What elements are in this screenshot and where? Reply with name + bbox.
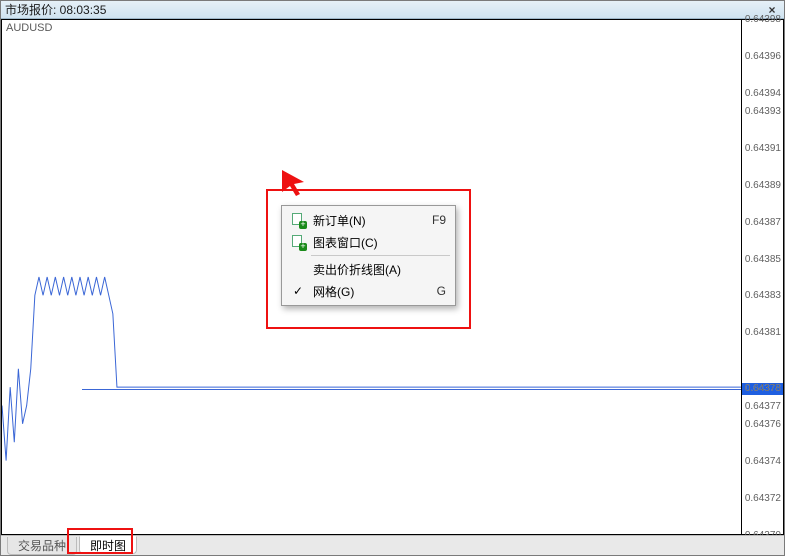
menu-item-new_order[interactable]: + 新订单(N) F9 bbox=[285, 209, 452, 231]
tab-strip: 交易品种 即时图 bbox=[1, 535, 784, 555]
y-tick: 0.64385 bbox=[742, 255, 781, 265]
menu-item-accel: F9 bbox=[432, 213, 446, 227]
y-tick: 0.64376 bbox=[742, 420, 781, 430]
y-tick: 0.64378 bbox=[742, 384, 781, 394]
y-tick: 0.64374 bbox=[742, 457, 781, 467]
menu-separator bbox=[311, 255, 450, 256]
menu-item-grid[interactable]: ✓ 网格(G) G bbox=[285, 280, 452, 302]
menu-item-label: 网格(G) bbox=[313, 283, 431, 300]
checkmark-icon: ✓ bbox=[289, 284, 307, 298]
y-tick: 0.64393 bbox=[742, 107, 781, 117]
menu-item-ask_line[interactable]: 卖出价折线图(A) bbox=[285, 258, 452, 280]
menu-item-chart_win[interactable]: + 图表窗口(C) bbox=[285, 231, 452, 253]
y-axis: 0.64378 0.643980.643960.643940.643930.64… bbox=[742, 19, 784, 535]
pointer-arrow-icon bbox=[282, 170, 308, 196]
y-tick: 0.64396 bbox=[742, 52, 781, 62]
menu-item-label: 卖出价折线图(A) bbox=[313, 261, 440, 278]
titlebar: 市场报价: 08:03:35 × bbox=[1, 1, 784, 19]
document-plus-icon: + bbox=[289, 213, 307, 227]
document-plus-icon: + bbox=[289, 235, 307, 249]
y-tick: 0.64387 bbox=[742, 218, 781, 228]
y-tick: 0.64398 bbox=[742, 15, 781, 25]
y-tick: 0.64381 bbox=[742, 328, 781, 338]
current-price-line bbox=[82, 389, 741, 390]
menu-item-accel: G bbox=[437, 284, 446, 298]
tab-symbols[interactable]: 交易品种 bbox=[7, 537, 77, 555]
market-watch-window: 市场报价: 08:03:35 × AUDUSD 0.64378 0.643980… bbox=[0, 0, 785, 556]
context-menu: + 新订单(N) F9 + 图表窗口(C) 卖出价折线图(A) ✓ 网格(G) G bbox=[281, 205, 456, 306]
y-tick: 0.64372 bbox=[742, 494, 781, 504]
menu-item-label: 新订单(N) bbox=[313, 212, 426, 229]
y-tick: 0.64391 bbox=[742, 144, 781, 154]
y-tick: 0.64389 bbox=[742, 181, 781, 191]
y-tick: 0.64377 bbox=[742, 402, 781, 412]
chart-area[interactable]: AUDUSD 0.64378 0.643980.643960.643940.64… bbox=[1, 19, 784, 535]
y-tick: 0.64394 bbox=[742, 89, 781, 99]
tab-tick-chart[interactable]: 即时图 bbox=[79, 536, 137, 554]
menu-item-label: 图表窗口(C) bbox=[313, 234, 440, 251]
y-tick: 0.64383 bbox=[742, 291, 781, 301]
window-title: 市场报价: 08:03:35 bbox=[5, 1, 106, 18]
